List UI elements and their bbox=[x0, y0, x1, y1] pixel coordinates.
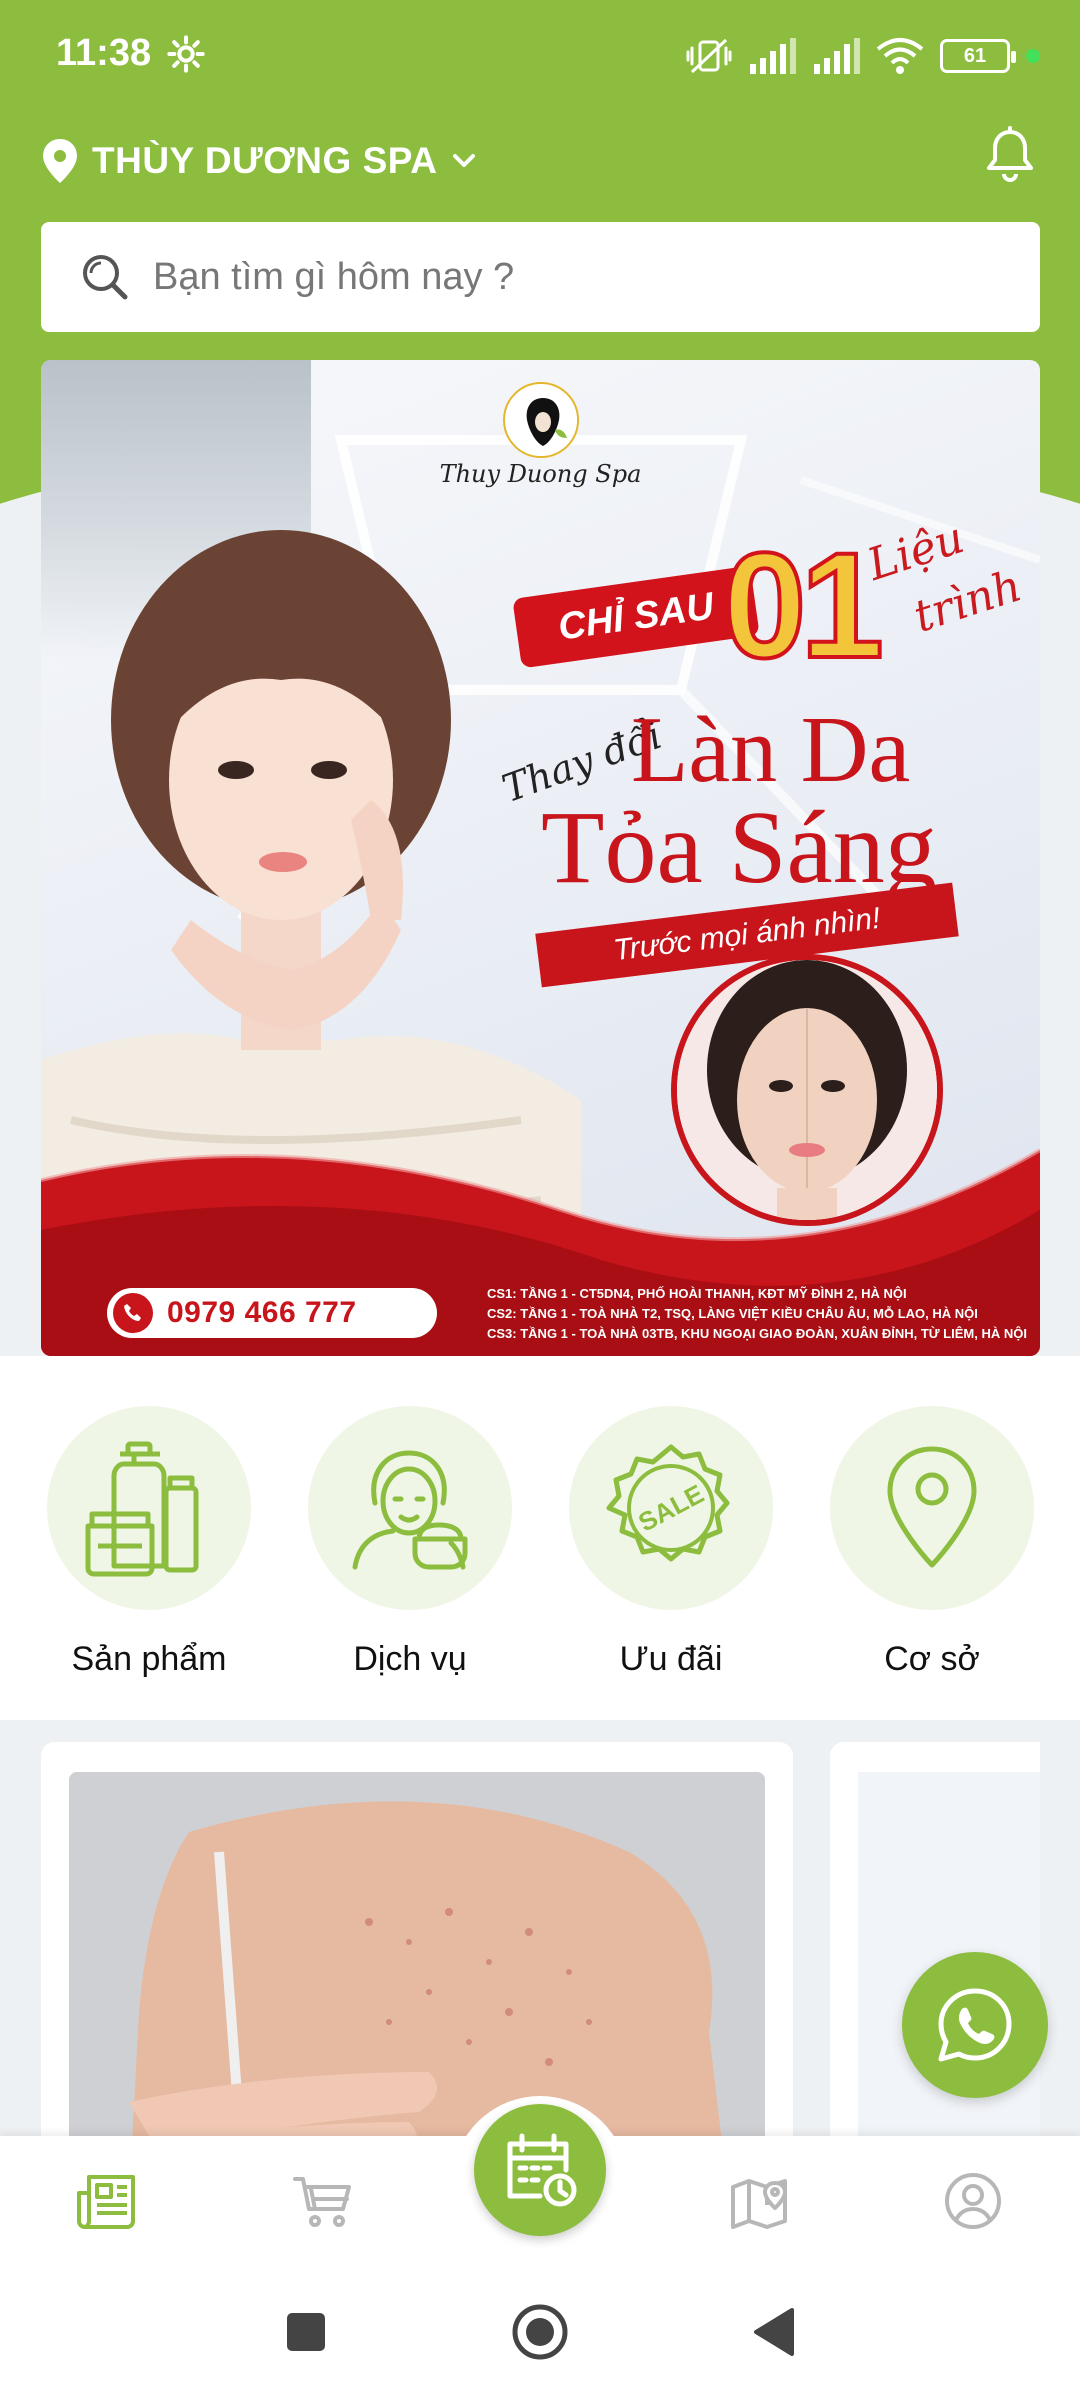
category-label: Dịch vụ bbox=[353, 1640, 467, 1678]
app-screen: 11:38 61 THÙY DƯƠNG SPA Bạn tìm gì hôm n… bbox=[0, 0, 1080, 2400]
category-label: Cơ sở bbox=[884, 1640, 980, 1678]
location-pin-icon bbox=[43, 139, 77, 183]
nav-booking-button[interactable] bbox=[474, 2104, 606, 2236]
location-pin-icon bbox=[887, 1446, 977, 1568]
privacy-indicator-dot bbox=[1026, 49, 1040, 63]
back-button[interactable] bbox=[738, 2296, 810, 2368]
news-icon bbox=[77, 2175, 135, 2229]
brand-name: Thuy Duong Spa bbox=[439, 460, 642, 488]
status-icons: 61 bbox=[686, 34, 1040, 78]
whatsapp-icon bbox=[938, 1988, 1012, 2062]
category-icon-circle: SALE bbox=[569, 1406, 773, 1610]
gear-icon bbox=[167, 35, 205, 73]
signal-icon bbox=[814, 38, 860, 74]
category-label: Ưu đãi bbox=[619, 1640, 723, 1678]
search-input[interactable]: Bạn tìm gì hôm nay ? bbox=[41, 222, 1040, 332]
bell-icon[interactable] bbox=[980, 126, 1040, 186]
whatsapp-button[interactable] bbox=[902, 1952, 1048, 2098]
search-placeholder: Bạn tìm gì hôm nay ? bbox=[153, 255, 515, 298]
sale-text: SALE bbox=[633, 1478, 708, 1537]
headline-line-2: Tỏa Sáng bbox=[541, 790, 937, 905]
category-products[interactable]: Sản phẩm bbox=[39, 1406, 259, 1679]
before-after-photo bbox=[671, 954, 943, 1226]
search-icon bbox=[83, 255, 128, 300]
address-line: CS3: TẦNG 1 - TOÀ NHÀ 03TB, KHU NGOẠI GI… bbox=[487, 1326, 1027, 1341]
category-offers[interactable]: SALE Ưu đãi bbox=[561, 1406, 781, 1679]
recents-button[interactable] bbox=[270, 2296, 342, 2368]
home-circle-icon bbox=[512, 2304, 568, 2360]
account-icon bbox=[945, 2173, 1001, 2229]
news-card[interactable] bbox=[41, 1742, 793, 2202]
category-icon-circle bbox=[308, 1406, 512, 1610]
cosmetics-icon bbox=[85, 1441, 199, 1577]
category-label: Sản phẩm bbox=[71, 1640, 227, 1678]
location-selector[interactable]: THÙY DƯƠNG SPA bbox=[40, 126, 481, 196]
phone-icon bbox=[113, 1293, 153, 1333]
calendar-clock-icon bbox=[507, 2133, 577, 2207]
signal-icon bbox=[750, 38, 796, 74]
category-locations[interactable]: Cơ sở bbox=[822, 1406, 1042, 1679]
hotline-pill[interactable]: 0979 466 777 bbox=[107, 1288, 437, 1338]
square-icon bbox=[287, 2313, 325, 2351]
tagline-number: 01 bbox=[721, 521, 886, 689]
promo-banner[interactable]: Thuy Duong Spa CHỈ SAU 01 Liệu trình Tha… bbox=[41, 360, 1040, 1356]
system-navigation-bar bbox=[0, 2266, 1080, 2400]
chevron-down-icon bbox=[453, 154, 476, 167]
nav-news[interactable] bbox=[72, 2166, 142, 2236]
category-services[interactable]: Dịch vụ bbox=[300, 1406, 520, 1679]
nav-map[interactable] bbox=[724, 2166, 794, 2236]
category-icon-circle bbox=[47, 1406, 251, 1610]
nav-account[interactable] bbox=[938, 2166, 1008, 2236]
home-button[interactable] bbox=[504, 2296, 576, 2368]
sale-badge-icon: SALE bbox=[606, 1444, 730, 1562]
battery-level: 61 bbox=[963, 44, 987, 67]
category-menu: Sản phẩm Dịch vụ SALE Ưu đãi Cơ sở bbox=[0, 1356, 1080, 1720]
map-icon bbox=[731, 2179, 787, 2229]
battery-icon: 61 bbox=[940, 39, 1016, 73]
branch-addresses: CS1: TẦNG 1 - CT5DN4, PHỐ HOÀI THANH, KĐ… bbox=[487, 1284, 1027, 1344]
address-line: CS1: TẦNG 1 - CT5DN4, PHỐ HOÀI THANH, KĐ… bbox=[487, 1286, 907, 1301]
cart-icon bbox=[293, 2177, 351, 2227]
brand-logo bbox=[503, 382, 579, 458]
location-name: THÙY DƯƠNG SPA bbox=[92, 140, 438, 181]
status-time: 11:38 bbox=[56, 32, 152, 74]
nav-cart[interactable] bbox=[288, 2166, 358, 2236]
back-triangle-icon bbox=[754, 2308, 794, 2356]
category-icon-circle bbox=[830, 1406, 1034, 1610]
face-care-icon bbox=[352, 1450, 468, 1570]
address-line: CS2: TẦNG 1 - TOÀ NHÀ T2, TSQ, LÀNG VIỆT… bbox=[487, 1306, 978, 1321]
mute-vibrate-icon bbox=[686, 38, 732, 74]
wifi-icon bbox=[876, 38, 924, 74]
hotline-number: 0979 466 777 bbox=[167, 1296, 357, 1329]
status-bar: 11:38 61 bbox=[0, 0, 1080, 116]
